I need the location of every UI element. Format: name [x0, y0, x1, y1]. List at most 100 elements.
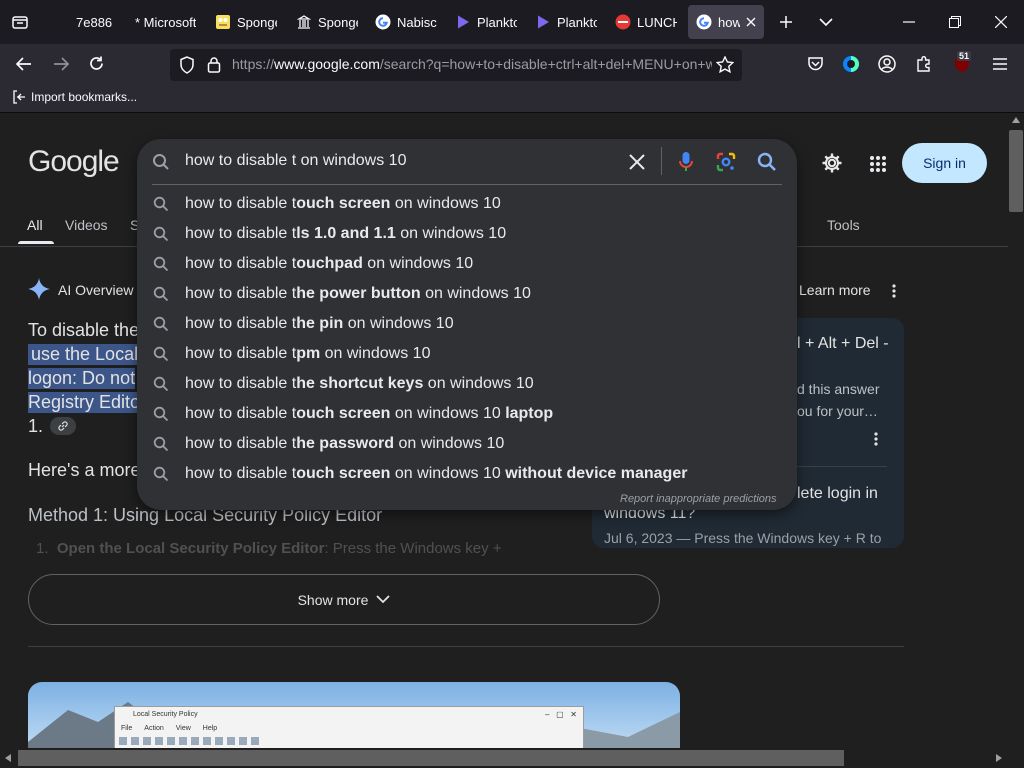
- search-icon: [153, 196, 169, 212]
- suggestion-completion: pm: [296, 345, 321, 362]
- step-1-number: 1.: [36, 540, 57, 557]
- window-menu-view: View: [175, 725, 191, 732]
- forward-icon[interactable]: [52, 56, 70, 72]
- suggestion-item[interactable]: how to disable tpm on windows 10: [137, 339, 797, 369]
- suggestion-item[interactable]: how to disable tls 1.0 and 1.1 on window…: [137, 219, 797, 249]
- close-tab-icon[interactable]: [746, 17, 756, 27]
- source-link-icon[interactable]: [50, 417, 76, 435]
- suggestion-item[interactable]: how to disable touchpad on windows 10: [137, 249, 797, 279]
- import-bookmarks[interactable]: Import bookmarks...: [12, 90, 137, 104]
- close-window-icon[interactable]: [995, 16, 1007, 28]
- search-divider: [152, 184, 782, 185]
- suggestion-text: how to disable touch screen on windows 1…: [185, 465, 687, 483]
- suggestion-item[interactable]: how to disable the power button on windo…: [137, 279, 797, 309]
- browser-tab-label: Sponge: [237, 14, 277, 30]
- search-icon: [153, 256, 169, 272]
- step-1-bold: Open the Local Security Policy Editor: [56, 540, 325, 557]
- account-icon[interactable]: [878, 55, 896, 73]
- voice-search-mic-icon[interactable]: [679, 151, 693, 173]
- suggestion-item[interactable]: how to disable the shortcut keys on wind…: [137, 369, 797, 399]
- tab-videos[interactable]: Videos: [65, 217, 108, 233]
- search-submit-icon[interactable]: [757, 152, 777, 172]
- browser-tab[interactable]: Sponge: [207, 5, 285, 39]
- browser-tab[interactable]: * Microsoft: [127, 5, 205, 39]
- bookmark-star-icon[interactable]: [716, 56, 734, 73]
- url-text[interactable]: https://www.google.com/search?q=how+to+d…: [232, 56, 712, 72]
- scroll-right-icon[interactable]: [996, 754, 1002, 762]
- suggestion-prefix: how to disable t: [185, 195, 297, 212]
- browser-tab[interactable]: Nabisco: [367, 5, 445, 39]
- browser-tab[interactable]: Plankton: [527, 5, 605, 39]
- settings-gear-icon[interactable]: [821, 152, 843, 174]
- restore-icon[interactable]: [949, 16, 961, 28]
- suggestion-extra: laptop: [505, 405, 554, 422]
- search-icon: [153, 286, 169, 302]
- extension-circle-icon[interactable]: [842, 55, 860, 73]
- spongebob-icon: [215, 14, 231, 30]
- tab-all[interactable]: All: [27, 217, 43, 233]
- browser-tab[interactable]: how: [688, 5, 764, 39]
- browser-tab[interactable]: 7e886: [68, 5, 126, 39]
- ai-line-4: Registry Edito: [28, 392, 141, 413]
- list-all-tabs-icon[interactable]: [818, 16, 834, 28]
- browser-tab[interactable]: Plankton: [447, 5, 525, 39]
- suggestion-completion: ouch screen: [296, 465, 391, 482]
- suggestion-suffix: on windows 10: [420, 285, 531, 302]
- suggestion-text: how to disable touch screen on windows 1…: [185, 405, 553, 423]
- show-more-button[interactable]: Show more: [28, 574, 660, 625]
- search-icon: [153, 226, 169, 242]
- url-path: /search?q=how+to+disable+ctrl+alt+del+ME…: [379, 56, 712, 72]
- scroll-left-icon[interactable]: [5, 754, 11, 762]
- building-icon: [296, 14, 312, 30]
- card-title-2a[interactable]: lete login in: [797, 485, 878, 503]
- lock-icon[interactable]: [207, 56, 221, 73]
- pocket-icon[interactable]: [807, 56, 824, 72]
- horizontal-scroll-thumb[interactable]: [18, 750, 844, 766]
- step-1-rest: : Press the Windows key +: [324, 540, 502, 557]
- suggestion-item[interactable]: how to disable the password on windows 1…: [137, 429, 797, 459]
- suggestion-item[interactable]: how to disable touch screen on windows 1…: [137, 189, 797, 219]
- more-options-icon[interactable]: [892, 284, 896, 298]
- browser-tab[interactable]: Sponge: [288, 5, 366, 39]
- card-more-icon[interactable]: [874, 432, 878, 446]
- suggestion-item[interactable]: how to disable the pin on windows 10: [137, 309, 797, 339]
- browser-tab-label: LUNCH: [637, 14, 677, 30]
- extensions-puzzle-icon[interactable]: [915, 55, 933, 73]
- chevron-down-icon: [376, 595, 391, 604]
- new-tab-icon[interactable]: [778, 14, 794, 30]
- learn-more-link[interactable]: Learn more: [799, 282, 871, 298]
- url-host: www.google.com: [274, 56, 380, 72]
- menu-hamburger-icon[interactable]: [992, 57, 1008, 71]
- scroll-up-icon[interactable]: [1012, 117, 1020, 123]
- search-icon: [153, 436, 169, 452]
- play-icon: [535, 14, 551, 30]
- suggestion-extra: without device manager: [505, 465, 688, 482]
- google-logo[interactable]: Google: [28, 145, 120, 179]
- google-apps-icon[interactable]: [869, 155, 887, 173]
- reload-icon[interactable]: [88, 55, 105, 72]
- window-screenshot: Local Security Policy File Action View H…: [114, 706, 584, 748]
- google-lens-icon[interactable]: [716, 152, 736, 172]
- clear-search-icon[interactable]: [629, 154, 645, 170]
- suggestion-item[interactable]: how to disable touch screen on windows 1…: [137, 399, 797, 429]
- tab-tools[interactable]: Tools: [827, 217, 860, 233]
- suggestion-suffix: on windows 10: [362, 255, 474, 272]
- back-icon[interactable]: [15, 56, 33, 72]
- video-thumbnail[interactable]: Local Security Policy File Action View H…: [28, 682, 680, 748]
- tab-overview-icon[interactable]: [11, 13, 29, 31]
- window-menu-action: Action: [144, 725, 164, 732]
- suggestion-completion: ouch screen: [296, 405, 391, 422]
- suggestion-item[interactable]: how to disable touch screen on windows 1…: [137, 459, 797, 489]
- window-menu: File Action View Help: [121, 725, 217, 732]
- tracking-protection-icon[interactable]: [179, 56, 195, 74]
- vertical-scroll-thumb[interactable]: [1009, 130, 1023, 212]
- sign-in-button[interactable]: Sign in: [902, 143, 987, 183]
- report-predictions-link[interactable]: Report inappropriate predictions: [620, 493, 777, 505]
- ai-line-2: use the Local: [28, 344, 139, 365]
- minimize-icon[interactable]: [903, 21, 915, 23]
- browser-tab[interactable]: LUNCH: [607, 5, 685, 39]
- search-input[interactable]: [185, 152, 605, 170]
- suggestion-completion: he pin: [296, 315, 344, 332]
- suggestion-text: how to disable the shortcut keys on wind…: [185, 375, 534, 393]
- lunch-icon: [615, 14, 631, 30]
